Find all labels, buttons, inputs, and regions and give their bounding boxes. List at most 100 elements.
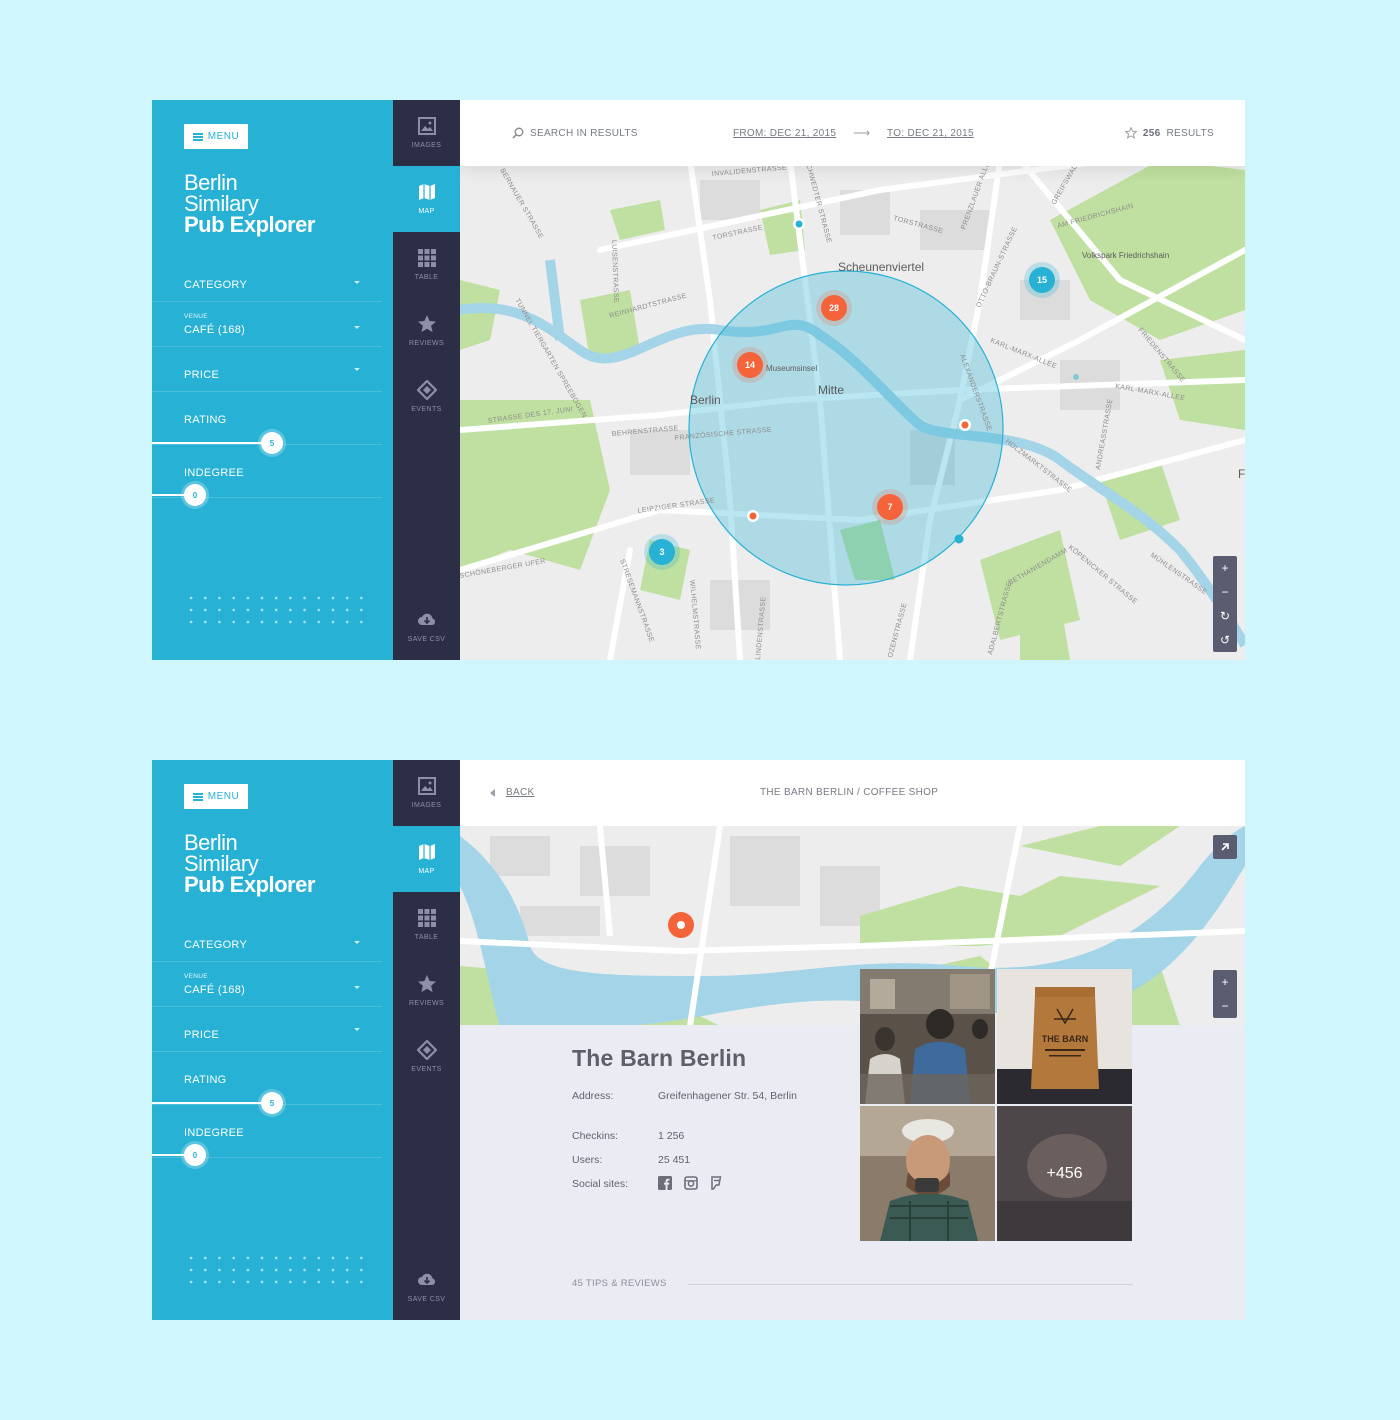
- category-filter[interactable]: CATEGORY: [152, 257, 382, 302]
- chevron-down-icon: [354, 368, 360, 371]
- users-row: Users: 25 451: [572, 1152, 690, 1168]
- map-icon: [419, 844, 435, 860]
- app-title-line-2: Similary: [184, 851, 259, 876]
- venue-filter[interactable]: VENUE CAFÉ (168): [152, 962, 382, 1007]
- venue-filter[interactable]: VENUE CAFÉ (168): [152, 302, 382, 347]
- users-value: 25 451: [658, 1154, 691, 1166]
- sidebar: MENU Berlin Similary Pub Explorer CATEGO…: [152, 760, 393, 1320]
- table-icon: [418, 249, 436, 267]
- price-filter[interactable]: PRICE: [152, 1007, 382, 1052]
- star-icon: [418, 975, 436, 993]
- photo-man-drinking[interactable]: [860, 1106, 995, 1241]
- menu-button[interactable]: MENU: [184, 124, 248, 149]
- rotate-right-button[interactable]: ↻: [1213, 604, 1237, 628]
- map-marker: [961, 421, 969, 429]
- foursquare-icon[interactable]: [710, 1176, 722, 1190]
- nav-map-label: MAP: [418, 868, 435, 875]
- indegree-label: INDEGREE: [184, 1127, 244, 1139]
- place-label: Mitte: [818, 383, 844, 397]
- zoom-out-button[interactable]: −: [1213, 994, 1237, 1018]
- save-csv-label: SAVE CSV: [407, 636, 446, 643]
- map-marker[interactable]: [954, 534, 964, 544]
- category-filter[interactable]: CATEGORY: [152, 917, 382, 962]
- venue-sub-label: VENUE: [184, 973, 208, 980]
- checkins-value: 1 256: [658, 1130, 685, 1142]
- photo-coffee-bag[interactable]: THE BARN: [997, 969, 1132, 1104]
- zoom-out-button[interactable]: −: [1213, 580, 1237, 604]
- social-label: Social sites:: [572, 1178, 629, 1190]
- nav-table[interactable]: TABLE: [393, 232, 460, 298]
- address-value: Greifenhagener Str. 54, Berlin: [658, 1090, 797, 1102]
- caret-left-icon: [490, 788, 495, 797]
- place-label: Museumsinsel: [766, 364, 817, 373]
- menu-label: MENU: [207, 791, 240, 802]
- from-date[interactable]: FROM: DEC 21, 2015: [733, 128, 836, 139]
- app-title-line-2: Similary: [184, 191, 259, 216]
- category-label: CATEGORY: [184, 279, 248, 291]
- map-marker[interactable]: [1073, 374, 1079, 380]
- indegree-slider-handle[interactable]: 0: [184, 1144, 206, 1166]
- menu-label: MENU: [207, 131, 240, 142]
- nav-map[interactable]: MAP: [393, 166, 460, 232]
- rotate-left-button[interactable]: ↺: [1213, 628, 1237, 652]
- nav-events[interactable]: EVENTS: [393, 364, 460, 430]
- map-marker: [749, 512, 757, 520]
- nav-events[interactable]: EVENTS: [393, 1024, 460, 1090]
- venue-name: The Barn Berlin: [572, 1045, 747, 1071]
- nav-reviews-label: REVIEWS: [408, 340, 445, 347]
- nav-map[interactable]: MAP: [393, 826, 460, 892]
- city-map[interactable]: INVALIDENSTRASSE TORSTRASSE TORSTRASSE S…: [460, 100, 1245, 660]
- breadcrumb: THE BARN BERLIN / COFFEE SHOP: [760, 787, 939, 798]
- nav-map-label: MAP: [418, 208, 435, 215]
- building-block: [700, 180, 760, 220]
- zoom-in-button[interactable]: +: [1213, 970, 1237, 994]
- results-suffix: RESULTS: [1166, 127, 1214, 139]
- image-icon: [418, 117, 436, 135]
- indegree-slider-track[interactable]: [152, 1154, 186, 1156]
- nav-table[interactable]: TABLE: [393, 892, 460, 958]
- star-outline-icon: [1124, 127, 1137, 139]
- hamburger-icon: [192, 792, 203, 801]
- results-count: 256 RESULTS: [1124, 127, 1214, 139]
- nav-reviews[interactable]: REVIEWS: [393, 298, 460, 364]
- back-button[interactable]: BACK: [490, 787, 534, 798]
- zoom-in-button[interactable]: +: [1213, 556, 1237, 580]
- map-icon: [419, 184, 435, 200]
- address-row: Address: Greifenhagener Str. 54, Berlin: [572, 1088, 797, 1104]
- save-csv-button[interactable]: SAVE CSV: [393, 594, 460, 660]
- save-csv-button[interactable]: SAVE CSV: [393, 1254, 460, 1320]
- price-label: PRICE: [184, 1029, 220, 1041]
- to-date[interactable]: TO: DEC 21, 2015: [887, 128, 974, 139]
- map-area[interactable]: INVALIDENSTRASSE TORSTRASSE TORSTRASSE S…: [460, 100, 1245, 660]
- rating-slider-track[interactable]: [152, 1102, 264, 1104]
- results-number: 256: [1142, 127, 1161, 139]
- nav-images[interactable]: IMAGES: [393, 760, 460, 826]
- photo-image: THE BARN: [997, 969, 1132, 1104]
- photo-more[interactable]: +456: [997, 1106, 1132, 1241]
- nav-images-label: IMAGES: [411, 802, 442, 809]
- rating-slider-track[interactable]: [152, 442, 264, 444]
- map-zoom-controls: + − ↻ ↺: [1213, 556, 1237, 652]
- nav-reviews[interactable]: REVIEWS: [393, 958, 460, 1024]
- place-label: Volkspark Friedrichshain: [1082, 251, 1169, 260]
- photo-baristas[interactable]: [860, 969, 995, 1104]
- place-label: Berlin: [690, 393, 721, 407]
- expand-map-button[interactable]: [1213, 835, 1237, 859]
- tips-reviews-label[interactable]: 45 TIPS & REVIEWS: [572, 1278, 667, 1289]
- instagram-icon[interactable]: [684, 1176, 698, 1190]
- indegree-label: INDEGREE: [184, 467, 244, 479]
- facebook-icon[interactable]: [658, 1176, 672, 1190]
- nav-images[interactable]: IMAGES: [393, 100, 460, 166]
- menu-button[interactable]: MENU: [184, 784, 248, 809]
- search-icon: [512, 127, 524, 139]
- venue-marker-dot: [677, 921, 685, 929]
- price-filter[interactable]: PRICE: [152, 347, 382, 392]
- indegree-slider-track[interactable]: [152, 494, 186, 496]
- cloud-download-icon: [418, 1273, 436, 1285]
- indegree-slider-handle[interactable]: 0: [184, 484, 206, 506]
- bag-label: THE BARN: [1042, 1034, 1089, 1044]
- price-label: PRICE: [184, 369, 220, 381]
- search-input[interactable]: SEARCH IN RESULTS: [512, 127, 638, 139]
- venue-sub-label: VENUE: [184, 313, 208, 320]
- building-block: [730, 836, 800, 906]
